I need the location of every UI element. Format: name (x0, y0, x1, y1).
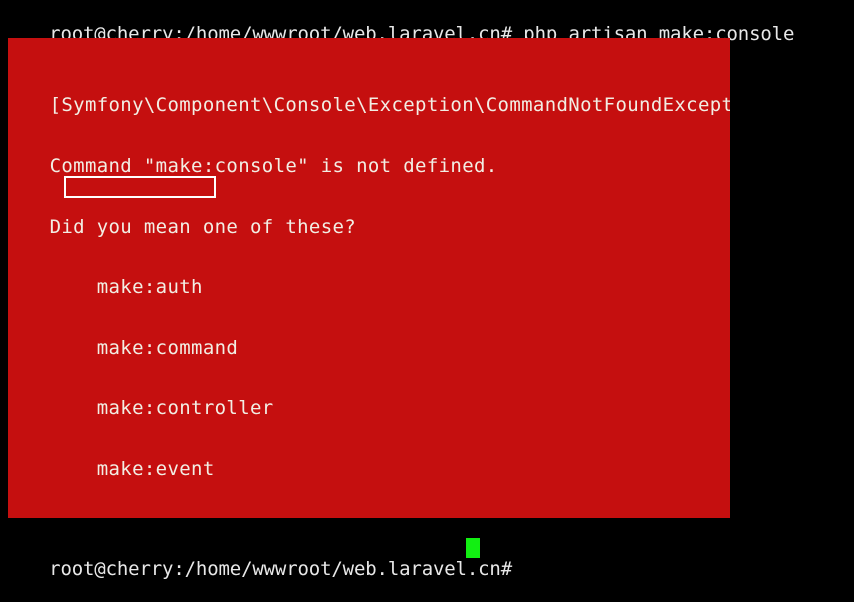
exception-panel: [Symfony\Component\Console\Exception\Com… (8, 38, 730, 518)
exception-message-line: Command "make:console" is not defined. (26, 155, 498, 177)
command-suggestion-item[interactable]: make:event (26, 459, 730, 479)
block-cursor (466, 538, 480, 558)
command-suggestion-item[interactable]: make:controller (26, 398, 730, 418)
exception-suggestion-line: Did you mean one of these? (26, 215, 357, 238)
exception-text-block: [Symfony\Component\Console\Exception\Com… (26, 55, 730, 518)
exception-header-line: [Symfony\Component\Console\Exception\Com… (26, 94, 730, 117)
terminal-window[interactable]: root@cherry:/home/wwwroot/web.laravel.cn… (0, 0, 854, 580)
command-suggestion-item-make-command[interactable]: make:command (26, 338, 730, 358)
prompt-line-idle: root@cherry:/home/wwwroot/web.laravel.cn… (4, 536, 523, 602)
command-suggestion-item[interactable]: make:auth (26, 277, 730, 297)
prompt-bottom-text: root@cherry:/home/wwwroot/web.laravel.cn… (49, 558, 524, 580)
